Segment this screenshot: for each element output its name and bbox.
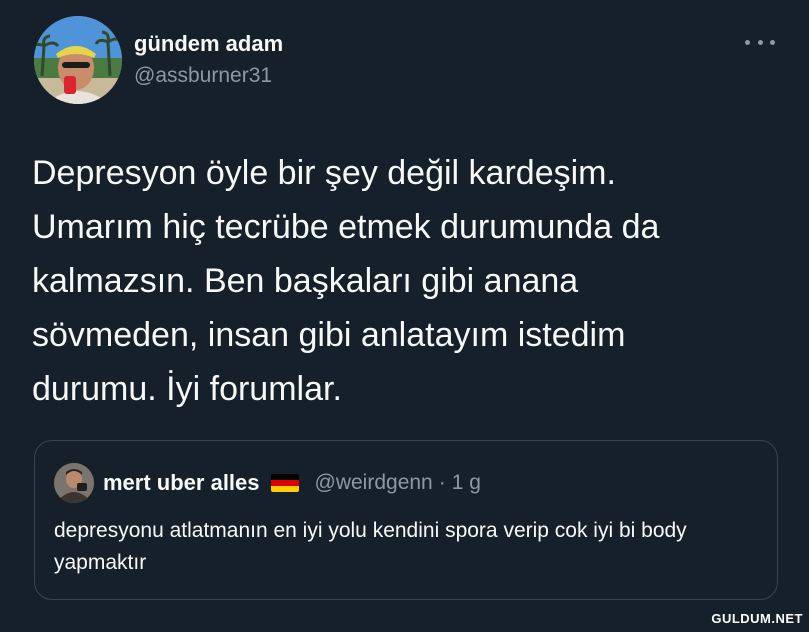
quoted-author-name[interactable]: mert uber alles	[103, 470, 260, 496]
quoted-author-handle[interactable]: @weirdgenn	[315, 471, 433, 495]
author-avatar-image	[34, 16, 122, 104]
more-dot	[757, 39, 763, 45]
more-dot	[770, 39, 775, 45]
more-dot	[745, 39, 750, 45]
quoted-timestamp[interactable]: 1 g	[452, 471, 481, 495]
tweet-header: gündem adam @assburner31	[34, 16, 779, 106]
germany-flag-icon	[270, 474, 299, 492]
author-handle[interactable]: @assburner31	[134, 64, 272, 88]
quoted-tweet-text: depresyonu atlatmanın en iyi yolu kendin…	[54, 519, 687, 574]
quoted-author-avatar[interactable]	[54, 463, 94, 503]
site-watermark: GULDUM.NET	[711, 611, 803, 626]
quoted-author-avatar-image	[54, 463, 94, 503]
quoted-tweet-card[interactable]: mert uber alles @weirdgenn · 1 g depresy…	[34, 440, 778, 600]
tweet-text: Depresyon öyle bir şey değil kardeşim. U…	[32, 154, 660, 408]
author-avatar[interactable]	[34, 16, 122, 104]
author-name[interactable]: gündem adam	[134, 31, 283, 57]
more-horizontal-icon[interactable]	[745, 30, 775, 54]
quoted-separator: ·	[438, 471, 446, 494]
quoted-tweet-header: mert uber alles @weirdgenn · 1 g	[54, 463, 481, 503]
